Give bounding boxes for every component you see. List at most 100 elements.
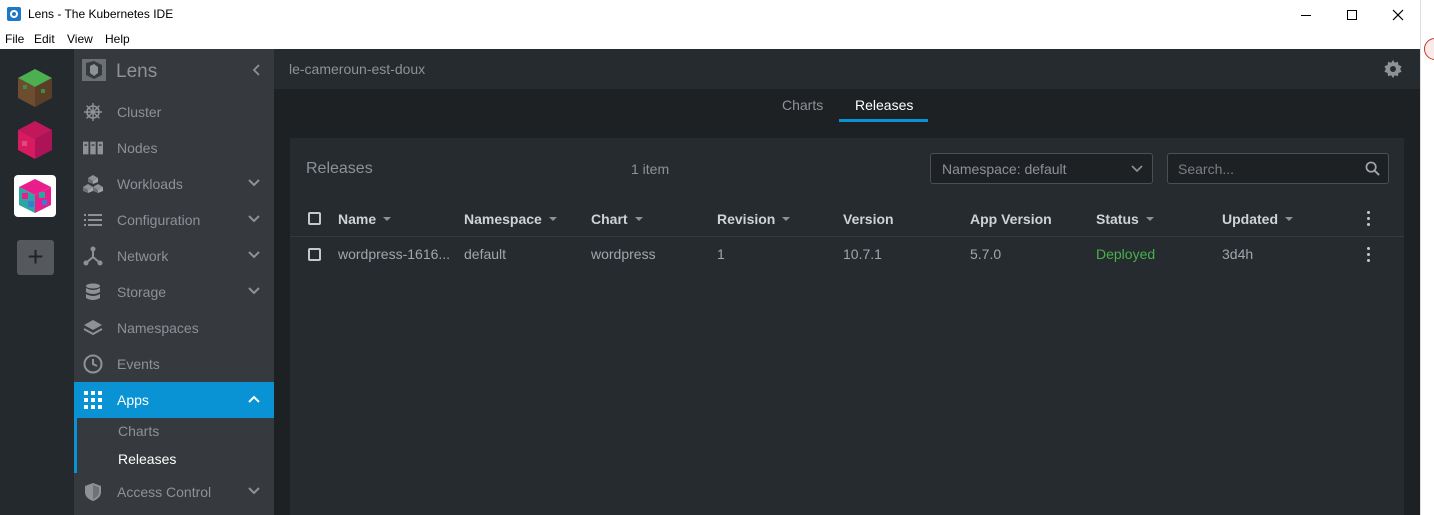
sidebar-item-access-control[interactable]: Access Control [74, 474, 274, 510]
record-indicator-icon [1424, 38, 1434, 60]
nodes-icon [83, 138, 103, 158]
item-count: 1 item [631, 161, 670, 177]
app-name: Lens [116, 61, 158, 82]
chevron-down-icon [248, 251, 260, 259]
page-title: Releases [306, 160, 373, 177]
cluster-rail: + [0, 49, 74, 515]
sidebar-item-storage[interactable]: Storage [74, 274, 274, 310]
column-header-version[interactable]: Version [843, 211, 894, 227]
column-header-app-version[interactable]: App Version [970, 211, 1052, 227]
tab-charts[interactable]: Charts [782, 97, 823, 113]
cell-namespace: default [464, 246, 507, 262]
sidebar-subitem-label: Charts [118, 423, 160, 439]
sidebar-item-namespaces[interactable]: Namespaces [74, 310, 274, 346]
cluster-avatar-active[interactable] [14, 175, 56, 217]
menu-help[interactable]: Help [105, 32, 130, 46]
select-all-checkbox[interactable] [308, 212, 321, 225]
cluster-avatar-2[interactable] [14, 119, 56, 161]
cell-name: wordpress-1616... [338, 246, 451, 262]
tab-releases[interactable]: Releases [855, 97, 913, 113]
sidebar-item-label: Workloads [117, 176, 183, 192]
chevron-down-icon [248, 487, 260, 495]
network-icon [83, 246, 103, 266]
minimize-button[interactable] [1283, 0, 1329, 30]
sidebar-item-label: Storage [117, 284, 167, 300]
close-button[interactable] [1375, 0, 1421, 30]
sidebar-header: Lens [74, 49, 274, 91]
sidebar-item-label: Cluster [117, 104, 162, 120]
row-menu-kebab-icon[interactable] [1367, 247, 1371, 263]
column-header-name[interactable]: Name [338, 211, 392, 227]
column-menu-kebab-icon[interactable] [1367, 211, 1371, 227]
column-header-updated[interactable]: Updated [1222, 211, 1293, 227]
column-header-label: Name [338, 211, 377, 227]
sidebar-item-events[interactable]: Events [74, 346, 274, 382]
sidebar-item-configuration[interactable]: Configuration [74, 202, 274, 238]
maximize-icon [1347, 10, 1357, 20]
sidebar-item-label: Network [117, 248, 169, 264]
cluster-cube-pixel-icon [19, 179, 51, 213]
column-header-namespace[interactable]: Namespace [464, 211, 557, 227]
maximize-button[interactable] [1329, 0, 1375, 30]
column-header-label: Chart [591, 211, 628, 227]
lens-app-icon [7, 7, 21, 21]
sidebar: Lens Cluster Nodes Workloads Configurati… [74, 49, 274, 515]
cell-version: 10.7.1 [843, 246, 882, 262]
sidebar-item-label: Access Control [117, 484, 212, 500]
sidebar-item-label: Namespaces [117, 320, 199, 336]
table-row[interactable]: wordpress-1616... default wordpress 1 10… [290, 237, 1404, 272]
add-cluster-button[interactable]: + [17, 240, 54, 275]
cluster-cube-magenta-icon [18, 121, 52, 159]
cluster-cube-green-icon [18, 69, 52, 107]
chevron-down-icon [248, 287, 260, 295]
sidebar-item-cluster[interactable]: Cluster [74, 94, 274, 130]
sidebar-item-label: Events [117, 356, 160, 372]
column-header-label: Version [843, 211, 894, 227]
collapse-sidebar-icon[interactable] [251, 63, 261, 77]
cell-chart: wordpress [591, 246, 656, 262]
sidebar-item-apps[interactable]: Apps [74, 382, 274, 418]
column-header-label: App Version [970, 211, 1052, 227]
apps-grid-icon [83, 390, 103, 410]
sidebar-item-workloads[interactable]: Workloads [74, 166, 274, 202]
menu-view[interactable]: View [67, 32, 93, 46]
row-checkbox[interactable] [308, 248, 321, 261]
sidebar-item-label: Configuration [117, 212, 201, 228]
column-header-status[interactable]: Status [1096, 211, 1154, 227]
chevron-down-icon [248, 179, 260, 187]
column-header-revision[interactable]: Revision [717, 211, 791, 227]
sidebar-item-network[interactable]: Network [74, 238, 274, 274]
cell-revision: 1 [717, 246, 725, 262]
database-icon [83, 282, 103, 302]
window-titlebar: Lens - The Kubernetes IDE [0, 0, 1420, 30]
chevron-down-icon [248, 215, 260, 223]
gear-icon[interactable] [1384, 60, 1402, 78]
search-box [1167, 153, 1389, 184]
close-icon [1392, 9, 1404, 21]
cluster-name: le-cameroun-est-doux [289, 61, 426, 77]
cell-app-version: 5.7.0 [970, 246, 1002, 262]
search-icon[interactable] [1365, 161, 1380, 176]
namespace-select-value: Namespace: default [942, 161, 1067, 177]
cluster-topbar: le-cameroun-est-doux [274, 49, 1420, 89]
sidebar-item-label: Apps [117, 392, 149, 408]
minimize-icon [1301, 14, 1311, 16]
sidebar-subitem-releases[interactable]: Releases [74, 445, 274, 473]
main-content: le-cameroun-est-doux Charts Releases Rel… [274, 49, 1420, 515]
chevron-up-icon [248, 395, 260, 403]
sort-arrow-icon [634, 217, 643, 222]
cluster-avatar-1[interactable] [14, 67, 56, 109]
clock-icon [83, 354, 103, 374]
sidebar-subitem-charts[interactable]: Charts [74, 417, 274, 445]
namespace-select[interactable]: Namespace: default [930, 153, 1153, 184]
menu-file[interactable]: File [5, 32, 24, 46]
sidebar-item-nodes[interactable]: Nodes [74, 130, 274, 166]
cell-updated: 3d4h [1222, 246, 1254, 262]
helm-wheel-icon [83, 102, 103, 122]
search-input[interactable] [1168, 154, 1358, 183]
table-header: Name Namespace Chart Revision Version Ap… [290, 200, 1404, 237]
sort-arrow-icon [548, 217, 557, 222]
column-header-label: Updated [1222, 211, 1278, 227]
menu-edit[interactable]: Edit [34, 32, 55, 46]
column-header-chart[interactable]: Chart [591, 211, 643, 227]
